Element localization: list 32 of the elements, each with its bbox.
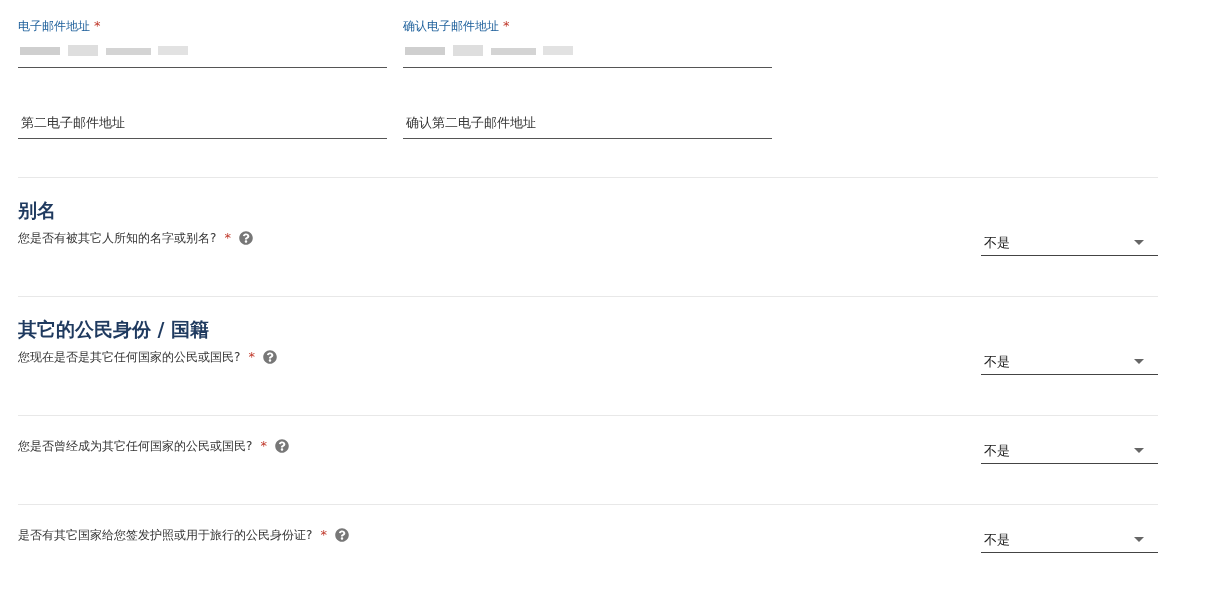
dropdown-caret-icon [1134,240,1144,245]
section-heading: 别名 [18,198,57,222]
email-field[interactable]: 确认电子邮件地址 * [403,18,772,68]
yes-no-select[interactable]: 不是 [981,525,1158,553]
yes-no-select[interactable]: 不是 [981,347,1158,375]
question-text: 是否有其它国家给您签发护照或用于旅行的公民身份证? [18,527,313,544]
help-icon[interactable] [334,528,349,542]
help-icon[interactable] [238,231,253,245]
help-icon[interactable] [274,439,289,453]
required-mark: * [260,437,267,455]
yes-no-select[interactable]: 不是 [981,228,1158,256]
field-label: 电子邮件地址 [18,18,90,34]
required-mark: * [224,229,231,247]
required-mark: * [94,18,101,33]
question-text: 您是否曾经成为其它任何国家的公民或国民? [18,438,253,455]
question-text: 您现在是否是其它任何国家的公民或国民? [18,349,241,366]
email-field[interactable]: 第二电子邮件地址 [18,89,387,139]
question-text: 您是否有被其它人所知的名字或别名? [18,230,217,247]
required-mark: * [503,18,510,33]
email-field[interactable]: 电子邮件地址 * [18,18,387,68]
help-icon[interactable] [262,350,277,364]
yes-no-select[interactable]: 不是 [981,436,1158,464]
dropdown-caret-icon [1134,537,1144,542]
field-label: 确认电子邮件地址 [403,18,499,34]
dropdown-caret-icon [1134,448,1144,453]
required-mark: * [248,348,255,366]
email-input[interactable]: 确认第二电子邮件地址 [403,115,772,138]
section-heading: 其它的公民身份 / 国籍 [18,317,211,341]
email-input[interactable]: 第二电子邮件地址 [18,115,387,138]
required-mark: * [320,526,327,544]
dropdown-caret-icon [1134,359,1144,364]
email-field[interactable]: 确认第二电子邮件地址 [403,89,772,139]
